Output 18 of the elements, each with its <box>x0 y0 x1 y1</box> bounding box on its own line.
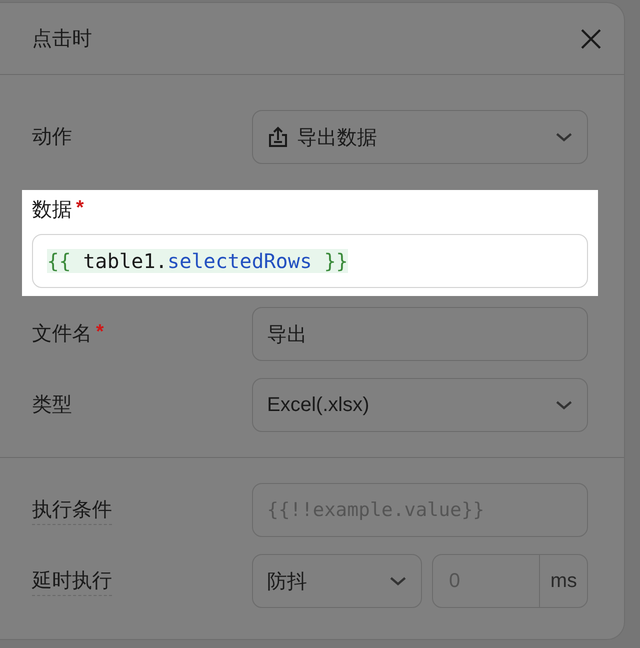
field-label: 类型 <box>32 393 72 418</box>
field-label: 执行条件 <box>32 496 112 524</box>
required-mark: * <box>96 320 104 344</box>
select-field[interactable]: 导出数据 <box>252 110 588 164</box>
code-field[interactable]: {{ table1.selectedRows }} <box>32 234 588 288</box>
chevron-down-icon <box>555 399 573 411</box>
field-label: 动作 <box>32 125 72 150</box>
export-icon <box>267 126 289 148</box>
chevron-down-icon <box>389 575 407 587</box>
field-label: 文件名 <box>32 322 92 347</box>
chevron-down-icon <box>555 131 573 143</box>
field-label: 延时执行 <box>32 566 112 596</box>
input-field[interactable]: 导出 <box>252 307 588 361</box>
select-field[interactable]: Excel(.xlsx) <box>252 378 588 432</box>
field-label: 数据 <box>32 198 72 223</box>
required-mark: * <box>76 196 84 220</box>
select-field[interactable]: 防抖 <box>252 554 422 608</box>
dialog-title: 点击时 <box>32 27 92 52</box>
